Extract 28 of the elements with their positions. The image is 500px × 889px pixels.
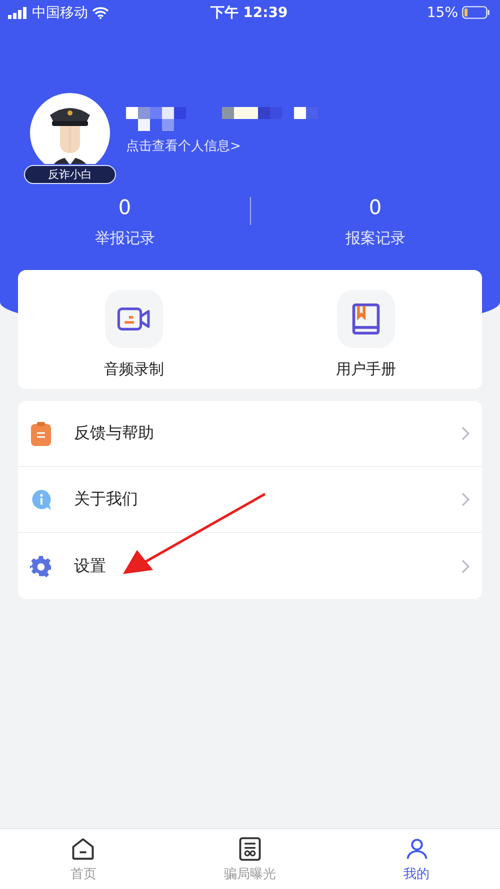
stat-value: 0 <box>118 195 132 219</box>
stat-label[interactable]: 报案记录 <box>345 229 406 248</box>
chevron-icon <box>461 426 470 441</box>
menu-row[interactable]: 关于我们 <box>18 467 482 533</box>
menu-row[interactable]: 设置 <box>18 533 482 599</box>
tab[interactable]: 我的 <box>333 829 500 889</box>
home-icon <box>70 836 96 862</box>
battery-percent: 15% <box>426 4 458 20</box>
carrier-name: 中国移动 <box>32 4 88 22</box>
battery-icon <box>462 6 490 19</box>
clipboard-icon <box>30 422 52 446</box>
tab[interactable]: 骗局曝光 <box>166 829 334 889</box>
menu-row[interactable]: 反馈与帮助 <box>18 401 482 467</box>
view-profile-link[interactable]: 点击查看个人信息> <box>126 137 338 155</box>
settings-icon <box>30 554 52 578</box>
info-bubble-icon <box>30 488 52 512</box>
tab[interactable]: 首页 <box>0 829 167 889</box>
stat-value: 0 <box>368 195 382 219</box>
shortcut-button[interactable]: 用户手册 <box>250 290 482 379</box>
wifi-icon <box>92 6 109 18</box>
stat-label[interactable]: 举报记录 <box>94 229 155 248</box>
chevron-icon <box>461 558 470 574</box>
signal-icon <box>8 6 28 18</box>
newspaper-icon <box>237 836 263 862</box>
avatar-badge: 反诈小白 <box>24 165 116 184</box>
chevron-icon <box>461 492 470 507</box>
shortcut-button[interactable]: 音频录制 <box>18 290 250 379</box>
status-time: 下午 12:39 <box>210 4 288 22</box>
